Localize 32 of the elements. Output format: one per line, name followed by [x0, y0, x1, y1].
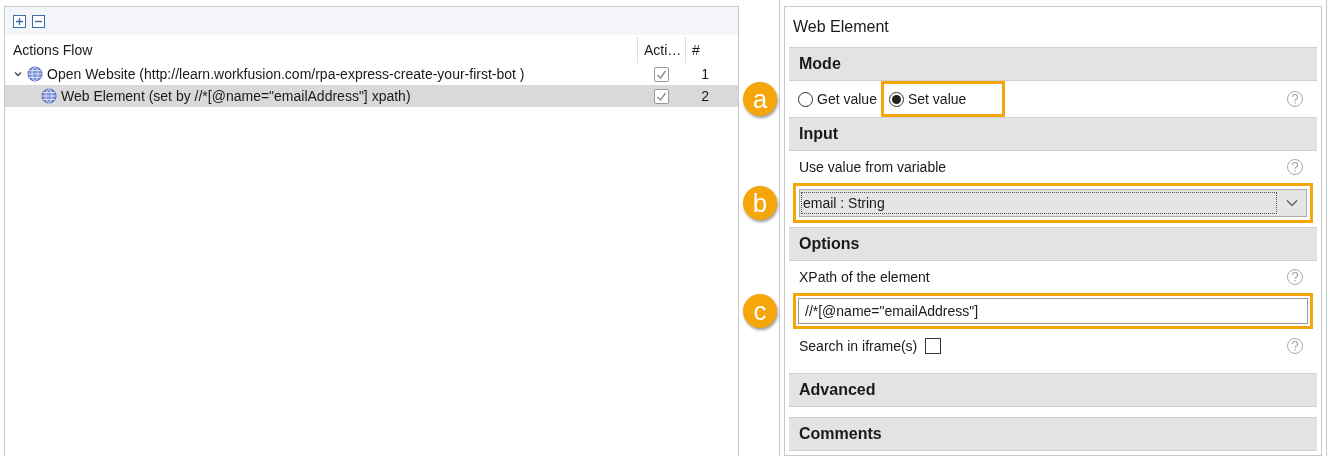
action-label: Open Website (http://learn.workfusion.com/rpa-express-create-your-first-bot ) — [47, 64, 525, 84]
field-label: Search in iframe(s) — [799, 336, 918, 356]
row-number: 1 — [700, 64, 710, 84]
column-header[interactable]: Actions Flow — [5, 39, 637, 61]
column-header[interactable]: # — [685, 37, 737, 63]
section-header[interactable]: Options — [789, 227, 1317, 261]
section-header[interactable]: Advanced — [789, 373, 1317, 407]
action-label: Web Element (set by //*[@name="emailAddress"] xpath) — [61, 86, 411, 106]
section-header[interactable]: Comments — [789, 417, 1317, 451]
checkbox[interactable] — [653, 66, 669, 82]
panel-title: Web Element — [792, 17, 890, 37]
callout-badge: b — [743, 186, 777, 220]
xpath-field[interactable]: //*[@name="emailAddress"] — [793, 293, 1313, 329]
section-header[interactable]: Input — [789, 117, 1317, 151]
checkbox[interactable] — [925, 338, 942, 354]
globe-icon — [41, 88, 57, 104]
section-header[interactable]: Mode — [789, 47, 1317, 81]
tree-row[interactable]: Web Element (set by //*[@name="emailAddress"] xpath) 2 — [5, 85, 738, 107]
field-label: XPath of the element — [799, 267, 930, 287]
callout-badge: a — [743, 82, 777, 116]
globe-icon — [27, 66, 43, 82]
radio-option[interactable]: Get value — [798, 81, 881, 117]
callout-badge: c — [743, 294, 777, 328]
chevron-icon[interactable] — [13, 69, 23, 79]
checkbox[interactable] — [653, 88, 669, 104]
chevron-down-icon[interactable] — [1286, 199, 1298, 207]
collapse-all-icon[interactable] — [32, 14, 45, 28]
expand-all-icon[interactable] — [13, 14, 26, 28]
row-number: 2 — [700, 86, 710, 106]
tree-row[interactable]: Open Website (http://learn.workfusion.com/rpa-express-create-your-first-bot ) 1 — [5, 63, 738, 85]
field-label: Use value from variable — [799, 157, 947, 177]
column-header[interactable]: Acti… — [637, 37, 685, 63]
